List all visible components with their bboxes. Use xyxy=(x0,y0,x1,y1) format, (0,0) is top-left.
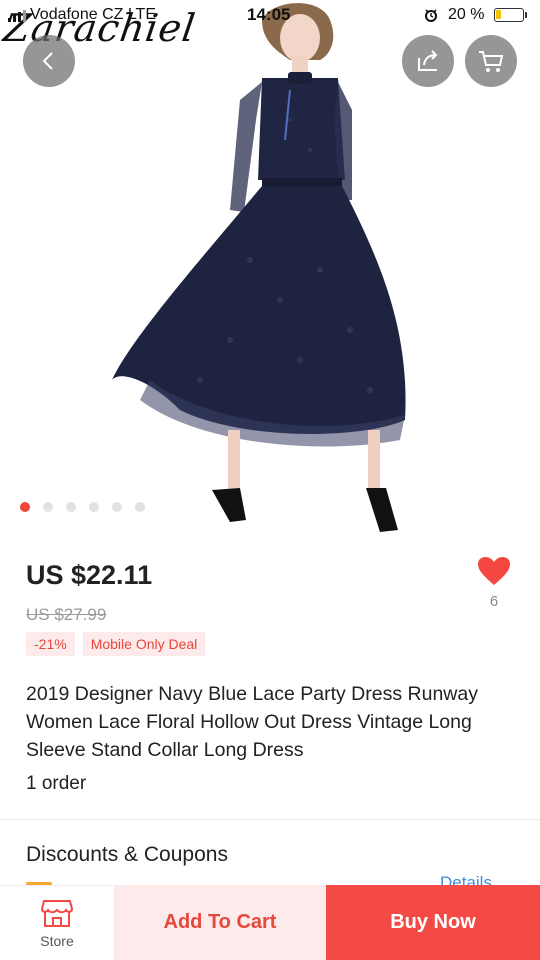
status-time: 14:05 xyxy=(247,5,291,24)
promo-tags: -21% Mobile Only Deal xyxy=(26,632,206,656)
product-title: 2019 Designer Navy Blue Lace Party Dress… xyxy=(26,683,478,761)
store-label: Store xyxy=(40,933,74,949)
section-divider xyxy=(0,819,540,820)
discounts-heading: Discounts & Coupons xyxy=(26,843,228,866)
wishlist-count: 6 xyxy=(489,593,499,610)
add-to-cart-button[interactable]: Add To Cart xyxy=(114,885,326,960)
current-price: US $22.11 xyxy=(26,560,153,590)
chevron-left-icon xyxy=(42,52,53,70)
status-bar: Vodafone CZ LTE 14:05 20 % xyxy=(0,0,540,32)
share-icon xyxy=(418,50,438,71)
product-photo xyxy=(112,3,406,532)
carousel-dots[interactable] xyxy=(20,502,145,514)
carousel-dot[interactable] xyxy=(135,502,145,512)
share-button[interactable] xyxy=(402,35,454,87)
heart-icon xyxy=(478,557,510,585)
original-price: US $27.99 xyxy=(26,605,107,624)
order-count: 1 order xyxy=(26,773,87,794)
signal-icon xyxy=(8,10,28,22)
battery-percent: 20 % xyxy=(448,6,485,23)
product-detail-screen: Zarachiel Vodafone CZ LTE 14:05 20 % US … xyxy=(0,0,540,960)
carousel-dot[interactable] xyxy=(43,502,53,512)
carrier-label: Vodafone CZ LTE xyxy=(30,6,156,23)
cart-icon xyxy=(479,51,504,72)
carousel-dot[interactable] xyxy=(20,502,30,512)
carousel-dot[interactable] xyxy=(112,502,122,512)
product-image-carousel[interactable]: Zarachiel Vodafone CZ LTE 14:05 20 % xyxy=(0,0,540,540)
store-icon xyxy=(40,900,74,927)
battery-icon xyxy=(494,8,527,22)
store-button[interactable]: Store xyxy=(0,885,114,960)
discount-tag: -21% xyxy=(26,632,75,656)
alarm-icon xyxy=(425,9,437,22)
bottom-action-bar: Store Add To Cart Buy Now xyxy=(0,885,540,960)
carousel-dot[interactable] xyxy=(89,502,99,512)
carousel-dot[interactable] xyxy=(66,502,76,512)
wishlist-button[interactable]: 6 xyxy=(474,556,514,610)
cart-button[interactable] xyxy=(465,35,517,87)
battery-level-fill xyxy=(496,10,501,19)
mobile-deal-tag: Mobile Only Deal xyxy=(82,632,206,656)
back-button[interactable] xyxy=(23,35,75,87)
buy-now-button[interactable]: Buy Now xyxy=(326,885,540,960)
